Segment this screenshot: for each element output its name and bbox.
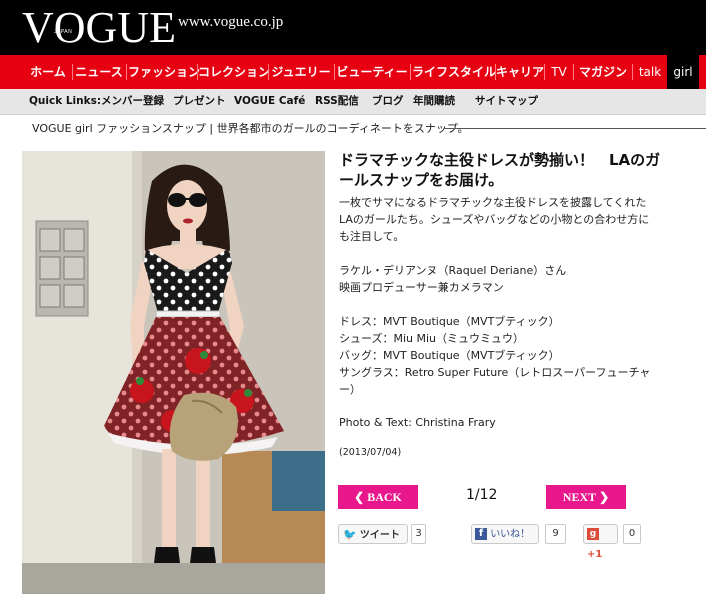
quick-link-subscription[interactable]: 年間購読 (413, 89, 455, 114)
article-title: ドラマチックな主役ドレスが勢揃い！ LAのガ ールスナップをお届け。 (339, 150, 689, 190)
quick-links-bar: Quick Links: メンバー登録 プレゼント VOGUE Café RSS… (0, 89, 706, 115)
snap-photo-illustration (22, 151, 325, 594)
nav-item-girl[interactable]: girl (667, 55, 699, 89)
vogue-logo[interactable]: VOGUE JAPAN (22, 4, 176, 52)
snap-photo[interactable] (22, 151, 325, 594)
facebook-like-button[interactable]: f いいね！ (471, 524, 539, 544)
back-button[interactable]: ❮ BACK (338, 485, 418, 509)
google-plus-icon: g (587, 528, 599, 540)
chevron-left-icon: ❮ (354, 490, 368, 504)
nav-separator (410, 64, 411, 80)
back-label: BACK (367, 490, 402, 504)
person-info: ラケル・デリアンヌ（Raquel Deriane）さん 映画プロデューサー兼カメ… (339, 262, 566, 296)
item-line: ドレス：MVT Boutique（MVTブティック） (339, 315, 560, 328)
nav-separator (573, 64, 574, 80)
nav-separator (72, 64, 73, 80)
nav-item-jewelry[interactable]: ジュエリー (270, 55, 332, 89)
person-title: 映画プロデューサー兼カメラマン (339, 281, 504, 294)
item-line: シューズ：Miu Miu（ミュウミュウ） (339, 332, 524, 345)
nav-separator (544, 64, 545, 80)
nav-item-collection[interactable]: コレクション (198, 55, 270, 89)
nav-item-fashion[interactable]: ファッション (128, 55, 200, 89)
intro-line: も注目して。 (339, 230, 405, 243)
item-line: サングラス：Retro Super Future（レトロスーパーフューチャ (339, 366, 651, 379)
logo-text[interactable]: VOGUE (22, 4, 176, 52)
intro-line: 一枚でサマになるドラマチックな主役ドレスを披露してくれた (339, 196, 647, 209)
item-line: バッグ：MVT Boutique（MVTブティック） (339, 349, 560, 362)
tweet-label: ツイート (359, 530, 400, 541)
main-nav: ホーム ニュース ファッション コレクション ジュエリー ビューティー ライフス… (0, 55, 706, 89)
nav-separator (334, 64, 335, 80)
like-count: 9 (545, 524, 566, 544)
twitter-bird-icon: 🐦 (343, 528, 357, 541)
nav-item-talk[interactable]: talk (634, 55, 666, 89)
like-label: いいね！ (490, 529, 531, 540)
nav-item-magazine[interactable]: マガジン (575, 55, 631, 89)
quick-link-rss[interactable]: RSS配信 (315, 89, 359, 114)
chevron-right-icon: ❯ (596, 490, 610, 504)
person-name: ラケル・デリアンヌ（Raquel Deriane）さん (339, 264, 567, 277)
nav-item-home[interactable]: ホーム (24, 55, 72, 89)
quick-link-vogue-cafe[interactable]: VOGUE Café (234, 89, 305, 114)
nav-separator (268, 64, 269, 80)
article-title-line: ールスナップをお届け。 (339, 171, 504, 189)
nav-item-lifestyle[interactable]: ライフスタイル (412, 55, 496, 89)
logo-subtext: JAPAN (54, 29, 73, 35)
plus-count: 0 (623, 524, 641, 544)
site-url[interactable]: www.vogue.co.jp (178, 14, 283, 31)
quick-link-sitemap[interactable]: サイトマップ (475, 89, 538, 114)
page-counter: 1/12 (466, 487, 498, 503)
photo-credit: Photo & Text: Christina Frary (339, 416, 496, 429)
nav-item-career[interactable]: キャリア (496, 55, 544, 89)
quick-link-blog[interactable]: ブログ (372, 89, 404, 114)
intro-line: LAのガールたち。シューズやバッグなどの小物との合わせ方に (339, 213, 650, 226)
nav-separator (126, 64, 127, 80)
nav-item-beauty[interactable]: ビューティー (336, 55, 408, 89)
google-plus-button[interactable]: g +1 (583, 524, 618, 560)
quick-links-label: Quick Links: (29, 95, 102, 107)
breadcrumb-divider (444, 128, 706, 129)
section-breadcrumb: VOGUE girl ファッションスナップ | 世界各都市のガールのコーディネー… (32, 122, 469, 135)
article-intro: 一枚でサマになるドラマチックな主役ドレスを披露してくれた LAのガールたち。シュ… (339, 194, 649, 245)
next-button[interactable]: NEXT ❯ (546, 485, 626, 509)
tweet-count: 3 (411, 524, 426, 544)
tweet-button[interactable]: 🐦 ツイート (338, 524, 408, 544)
quick-link-present[interactable]: プレゼント (173, 89, 226, 114)
nav-item-tv[interactable]: TV (546, 55, 572, 89)
quick-link-member[interactable]: メンバー登録 (101, 89, 164, 114)
item-line: ー） (339, 383, 361, 396)
nav-item-news[interactable]: ニュース (74, 55, 124, 89)
facebook-icon: f (475, 528, 487, 540)
publish-date: (2013/07/04) (339, 447, 402, 458)
article-title-line: ドラマチックな主役ドレスが勢揃い！ LAのガ (339, 151, 661, 169)
next-label: NEXT (562, 490, 597, 504)
site-header: VOGUE JAPAN www.vogue.co.jp (0, 0, 706, 55)
item-credits: ドレス：MVT Boutique（MVTブティック） シューズ：Miu Miu（… (339, 313, 650, 398)
nav-separator (632, 64, 633, 80)
plus-label: +1 (587, 549, 603, 560)
